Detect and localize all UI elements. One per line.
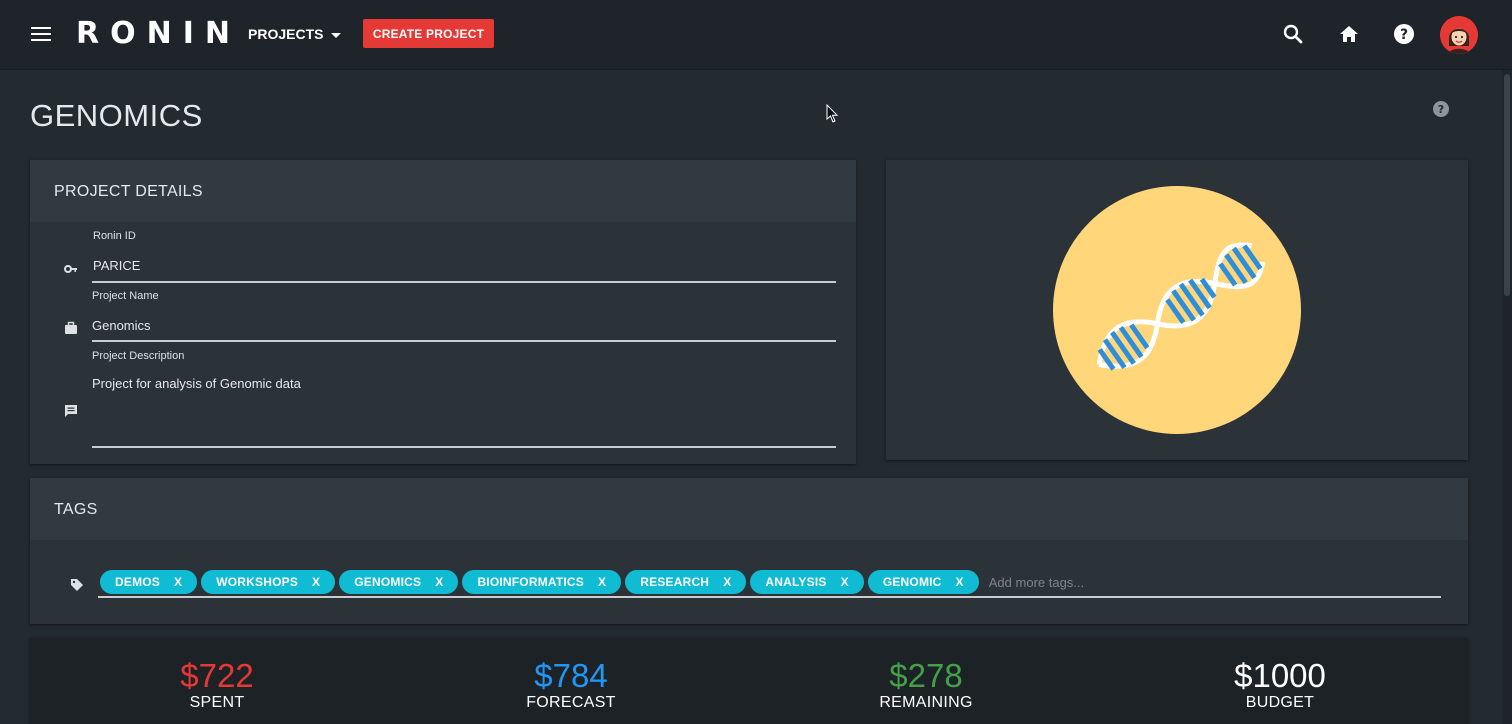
home-icon[interactable]: [1337, 22, 1361, 46]
page-scrollbar[interactable]: [1502, 70, 1512, 724]
menu-icon[interactable]: [31, 27, 51, 43]
projects-dropdown[interactable]: PROJECTS: [248, 24, 342, 44]
search-icon[interactable]: [1281, 22, 1305, 46]
tag-chip[interactable]: BIOINFORMATICS X: [462, 570, 622, 594]
tag-list: DEMOS X WORKSHOPS X GENOMICS X BIOINFORMATI…: [100, 570, 1189, 594]
project-image-card[interactable]: [886, 160, 1468, 460]
tag-chip-label: GENOMIC: [882, 575, 942, 589]
projects-dropdown-label: PROJECTS: [248, 26, 324, 42]
spent-stat: $722 SPENT: [87, 656, 347, 712]
top-app-bar: RONIN PROJECTS CREATE PROJECT ?: [0, 0, 1512, 70]
brand-logo[interactable]: RONIN: [76, 14, 241, 54]
tag-chip-label: BIOINFORMATICS: [477, 575, 585, 589]
mouse-cursor-icon: [826, 104, 839, 123]
tag-chip[interactable]: ANALYSIS X: [750, 570, 864, 594]
project-details-header: PROJECT DETAILS: [30, 160, 856, 222]
project-name-field[interactable]: Genomics: [92, 318, 151, 333]
forecast-value: $784: [534, 657, 608, 694]
avatar[interactable]: [1440, 16, 1478, 54]
remaining-label: REMAINING: [879, 694, 973, 711]
help-icon[interactable]: ?: [1392, 22, 1416, 46]
remaining-value: $278: [889, 657, 963, 694]
budget-value: $1000: [1234, 657, 1326, 694]
project-name-label: Project Name: [92, 290, 159, 302]
project-description-field[interactable]: Project for analysis of Genomic data: [92, 376, 832, 391]
tag-chip[interactable]: RESEARCH X: [625, 570, 747, 594]
dna-icon: [1053, 186, 1301, 434]
project-details-card: PROJECT DETAILS Ronin ID PARICE Project …: [30, 160, 856, 464]
forecast-label: FORECAST: [526, 694, 616, 711]
remove-tag-button[interactable]: X: [435, 575, 443, 589]
tag-chip-label: RESEARCH: [640, 575, 710, 589]
page-title: GENOMICS: [30, 98, 203, 133]
user-avatar-icon: [1440, 16, 1478, 54]
tag-chip[interactable]: WORKSHOPS X: [201, 570, 336, 594]
budget-summary: $722 SPENT $784 FORECAST $278 REMAINING …: [30, 638, 1468, 724]
project-description-label: Project Description: [92, 350, 185, 362]
svg-text:?: ?: [1400, 27, 1408, 43]
project-description-underline: [92, 446, 836, 448]
svg-text:?: ?: [1438, 103, 1444, 116]
tag-chip-label: GENOMICS: [354, 575, 422, 589]
spent-label: SPENT: [189, 694, 245, 711]
key-icon: [64, 265, 77, 273]
scrollbar-thumb[interactable]: [1504, 74, 1510, 296]
create-project-button[interactable]: CREATE PROJECT: [363, 19, 494, 48]
tag-chip-label: ANALYSIS: [765, 575, 827, 589]
briefcase-icon: [65, 321, 77, 334]
tag-chip-label: DEMOS: [115, 575, 161, 589]
spent-value: $722: [180, 657, 254, 694]
ronin-id-label: Ronin ID: [93, 230, 136, 242]
remove-tag-button[interactable]: X: [312, 575, 320, 589]
budget-label: BUDGET: [1245, 694, 1315, 711]
remove-tag-button[interactable]: X: [598, 575, 606, 589]
tags-card: TAGS DEMOS X WORKSHOPS X GENOMICS X BIOINFO…: [30, 478, 1468, 624]
chevron-down-icon: [331, 32, 342, 38]
tags-header: TAGS: [30, 478, 1468, 540]
tag-chip-label: WORKSHOPS: [216, 575, 299, 589]
tag-chip[interactable]: GENOMIC X: [867, 570, 979, 594]
ronin-id-field[interactable]: PARICE: [93, 258, 140, 273]
remove-tag-button[interactable]: X: [723, 575, 731, 589]
remove-tag-button[interactable]: X: [174, 575, 182, 589]
budget-stat: $1000 BUDGET: [1150, 656, 1410, 712]
remove-tag-button[interactable]: X: [841, 575, 849, 589]
tag-icon: [71, 579, 83, 591]
ronin-id-underline: [92, 281, 836, 283]
tag-chip[interactable]: GENOMICS X: [339, 570, 459, 594]
help-icon[interactable]: ?: [1432, 100, 1450, 118]
forecast-stat: $784 FORECAST: [441, 656, 701, 712]
comment-icon: [65, 405, 77, 417]
add-tag-input[interactable]: [988, 574, 1189, 590]
tag-chip[interactable]: DEMOS X: [100, 570, 198, 594]
tags-underline: [98, 596, 1441, 598]
remove-tag-button[interactable]: X: [956, 575, 964, 589]
remaining-stat: $278 REMAINING: [796, 656, 1056, 712]
project-name-underline: [92, 340, 836, 342]
